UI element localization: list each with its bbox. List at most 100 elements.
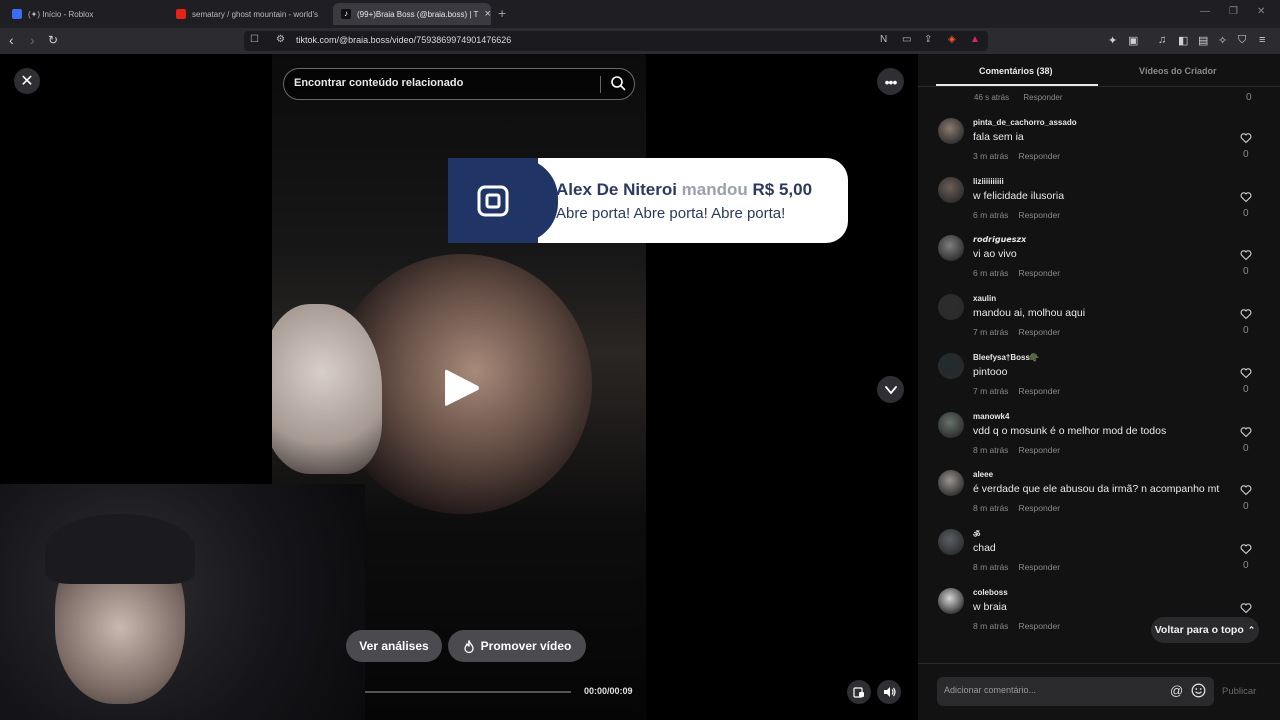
- more-options-button[interactable]: •••: [877, 68, 904, 95]
- wallet-icon[interactable]: ▤: [1198, 34, 1208, 47]
- related-search-bar[interactable]: Encontrar conteúdo relacionado: [283, 68, 635, 100]
- rewards-icon[interactable]: ▲: [970, 34, 980, 45]
- reply-button[interactable]: Responder: [1018, 210, 1060, 220]
- avatar[interactable]: [938, 587, 964, 614]
- comment-time: 46 s atrás: [974, 93, 1010, 102]
- emoji-icon[interactable]: [1191, 683, 1206, 698]
- media-icon[interactable]: ♫: [1158, 34, 1166, 46]
- sidebar-icon[interactable]: ◧: [1178, 34, 1188, 47]
- video-progress-bar[interactable]: [365, 691, 571, 693]
- search-icon[interactable]: [610, 75, 626, 91]
- play-icon[interactable]: [443, 367, 481, 409]
- comment-username[interactable]: coleboss: [973, 588, 1008, 597]
- tab-comments[interactable]: Comentários (38): [979, 66, 1053, 76]
- heart-icon[interactable]: [1240, 484, 1252, 496]
- reply-button[interactable]: Responder: [1018, 445, 1060, 455]
- comment-username[interactable]: Bleefysa†Boss🪖: [973, 353, 1040, 362]
- volume-button[interactable]: [877, 680, 901, 704]
- volume-icon: [883, 687, 896, 697]
- comment-item: aleee é verdade que ele abusou da irmã? n…: [938, 470, 1268, 528]
- forward-icon[interactable]: ›: [30, 32, 35, 48]
- heart-icon[interactable]: [1240, 249, 1252, 261]
- tab-creator-videos[interactable]: Vídeos do Criador: [1139, 66, 1217, 76]
- bookmark-icon[interactable]: ☐: [250, 34, 259, 45]
- reply-button[interactable]: Responder: [1023, 93, 1062, 102]
- comment-item: ॐ chad 8 m atrás Responder 0: [938, 528, 1268, 587]
- avatar[interactable]: [938, 294, 964, 321]
- share-icon[interactable]: ⇪: [924, 34, 932, 45]
- address-bar[interactable]: ☐ ⚙ tiktok.com/@braia.boss/video/7593869…: [244, 31, 988, 51]
- heart-icon[interactable]: [1240, 191, 1252, 203]
- heart-icon[interactable]: [1240, 367, 1252, 379]
- avatar[interactable]: [938, 176, 964, 203]
- comment-username[interactable]: xaulin: [973, 294, 996, 303]
- comment-time: 8 m atrás: [973, 561, 1009, 572]
- avatar[interactable]: [938, 352, 964, 379]
- comment-username[interactable]: pinta_de_cachorro_assado: [973, 118, 1077, 127]
- heart-icon[interactable]: [1240, 602, 1252, 614]
- heart-icon[interactable]: [1240, 308, 1252, 320]
- pip-button[interactable]: [847, 680, 871, 704]
- next-video-button[interactable]: [877, 376, 904, 403]
- comment-item: xaulin mandou ai, molhou aqui 7 m atrás Res…: [938, 294, 1268, 352]
- reader-mode-icon[interactable]: N: [880, 34, 887, 45]
- extensions-icon[interactable]: ✦: [1108, 34, 1117, 47]
- screenshot-icon[interactable]: ▣: [1128, 34, 1138, 47]
- reply-button[interactable]: Responder: [1018, 151, 1060, 161]
- mention-icon[interactable]: @: [1170, 683, 1183, 698]
- avatar[interactable]: [938, 470, 964, 497]
- comment-username[interactable]: aleee: [973, 470, 993, 479]
- close-video-button[interactable]: ✕: [14, 68, 40, 94]
- publish-button[interactable]: Publicar: [1222, 686, 1256, 697]
- heart-icon[interactable]: [1240, 426, 1252, 438]
- avatar[interactable]: [938, 118, 964, 144]
- like-count: 0: [1243, 559, 1249, 571]
- video-stage: ✕ Encontrar conteúdo relacionado ••• Ale…: [0, 54, 918, 720]
- leo-ai-icon[interactable]: ✧: [1218, 34, 1227, 47]
- search-input[interactable]: Encontrar conteúdo relacionado: [294, 77, 463, 89]
- avatar[interactable]: [938, 528, 964, 555]
- promote-video-button[interactable]: Promover vídeo: [448, 630, 586, 662]
- reply-button[interactable]: Responder: [1018, 503, 1060, 513]
- close-window-icon[interactable]: ✕: [1257, 6, 1265, 17]
- new-tab-button[interactable]: +: [498, 5, 506, 21]
- site-settings-icon[interactable]: ⚙: [276, 34, 285, 45]
- reply-button[interactable]: Responder: [1018, 327, 1060, 337]
- flame-icon: [463, 639, 474, 653]
- reply-button[interactable]: Responder: [1018, 621, 1060, 631]
- browser-tab-roblox[interactable]: (✦) Início - Roblox: [4, 3, 166, 25]
- comment-username[interactable]: 𝙧𝙤𝙙𝙧𝙞𝙜𝙪𝙚𝙨𝙯𝙭: [973, 235, 1026, 244]
- heart-icon[interactable]: [1240, 543, 1252, 555]
- menu-icon[interactable]: ≡: [1259, 34, 1265, 46]
- comment-meta: 8 m atrás Responder: [973, 562, 1060, 572]
- back-to-top-label: Voltar para o topo: [1154, 624, 1244, 636]
- comment-input-placeholder: Adicionar comentário...: [944, 685, 1037, 695]
- maximize-window-icon[interactable]: ❐: [1229, 6, 1238, 17]
- close-tab-icon[interactable]: ×: [484, 8, 490, 20]
- back-icon[interactable]: ‹: [9, 32, 14, 48]
- cast-icon[interactable]: ▭: [902, 34, 911, 45]
- comment-username[interactable]: manowk4: [973, 412, 1009, 421]
- reload-icon[interactable]: ↻: [48, 33, 58, 47]
- browser-tab-tiktok[interactable]: ♪ (99+)Braia Boss (@braia.boss) | T ×: [333, 3, 491, 25]
- tab-title: (✦) Início - Roblox: [28, 9, 94, 19]
- comment-text: w felicidade ilusoria: [973, 189, 1065, 202]
- comment-meta: 3 m atrás Responder: [973, 151, 1060, 161]
- heart-icon[interactable]: [1240, 132, 1252, 144]
- avatar[interactable]: [938, 235, 964, 262]
- reply-button[interactable]: Responder: [1018, 386, 1060, 396]
- reply-button[interactable]: Responder: [1018, 268, 1060, 278]
- comment-username[interactable]: ॐ: [973, 529, 980, 540]
- avatar[interactable]: [938, 411, 964, 438]
- browser-tab-youtube[interactable]: sematary / ghost mountain - world's: [168, 3, 330, 25]
- brave-shield-icon[interactable]: ◈: [948, 34, 956, 45]
- vpn-icon[interactable]: ⛉: [1238, 34, 1246, 47]
- comment-username[interactable]: liziiiiiiiiii: [973, 177, 1004, 186]
- comment-meta: 6 m atrás Responder: [973, 210, 1060, 220]
- minimize-window-icon[interactable]: —: [1200, 6, 1210, 17]
- reply-button[interactable]: Responder: [1018, 562, 1060, 572]
- chevron-up-icon: ⌃: [1247, 624, 1256, 635]
- comment-input[interactable]: Adicionar comentário... @: [937, 677, 1214, 706]
- back-to-top-button[interactable]: Voltar para o topo ⌃: [1151, 617, 1259, 643]
- view-analytics-button[interactable]: Ver análises: [346, 630, 442, 662]
